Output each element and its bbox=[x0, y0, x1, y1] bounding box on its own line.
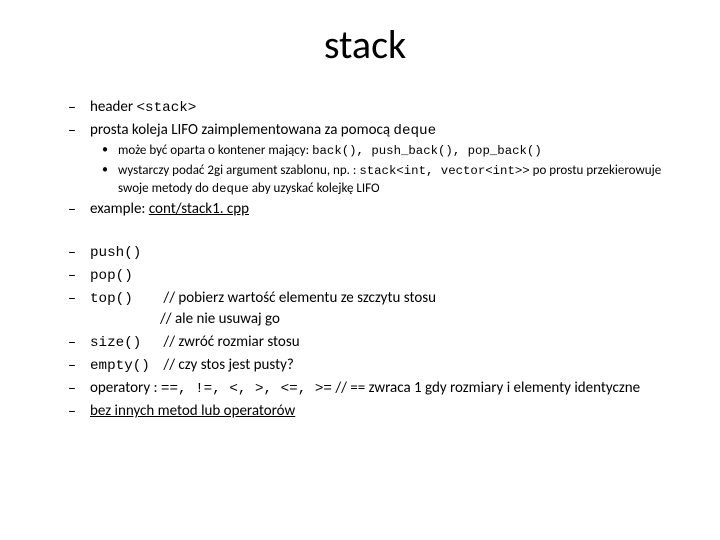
code-token: pop() bbox=[90, 268, 133, 284]
bullet-list-level1: header <stack> prosta koleja LIFO zaimpl… bbox=[60, 97, 670, 422]
bullet-empty: empty() // czy stos jest pusty? bbox=[90, 355, 670, 376]
method-label: size() bbox=[90, 334, 160, 353]
code-token: deque bbox=[393, 123, 436, 139]
method-label: empty() bbox=[90, 357, 160, 376]
bullet-push: push() bbox=[90, 242, 670, 263]
comment: // zwróć rozmiar stosu bbox=[163, 332, 299, 352]
sub-bullet-template-arg: wystarczy podać 2gi argument szablonu, n… bbox=[118, 162, 670, 197]
example-link[interactable]: cont/stack1. cpp bbox=[149, 200, 249, 218]
text: bez innych metod lub operatorów bbox=[90, 402, 295, 420]
text: operatory : bbox=[90, 379, 161, 397]
slide-content: header <stack> prosta koleja LIFO zaimpl… bbox=[60, 97, 670, 422]
code-token: push() bbox=[90, 245, 141, 261]
bullet-top: top() // pobierz wartość elementu ze szc… bbox=[90, 288, 670, 329]
text: prosta koleja LIFO zaimplementowana za p… bbox=[90, 121, 393, 139]
comment: // == zwraca 1 gdy rozmiary i elementy i… bbox=[332, 379, 640, 397]
bullet-pop: pop() bbox=[90, 265, 670, 286]
spacer bbox=[90, 222, 670, 240]
method-label: top() bbox=[90, 290, 160, 309]
text: aby uzyskać kolejkę LIFO bbox=[249, 181, 380, 196]
bullet-list-level2: może być oparta o kontener mający: back(… bbox=[90, 142, 670, 197]
slide-title: stack bbox=[60, 20, 670, 69]
bullet-size: size() // zwróć rozmiar stosu bbox=[90, 332, 670, 353]
bullet-lifo: prosta koleja LIFO zaimplementowana za p… bbox=[90, 120, 670, 197]
text: header bbox=[90, 98, 137, 116]
slide-container: stack header <stack> prosta koleja LIFO … bbox=[0, 0, 720, 540]
text: wystarczy podać 2gi argument szablonu, n… bbox=[118, 163, 359, 178]
comment: // ale nie usuwaj go bbox=[90, 309, 670, 329]
text: może być oparta o kontener mający: bbox=[118, 143, 312, 158]
code-token: ==, !=, <, >, <=, >= bbox=[161, 381, 332, 397]
bullet-header: header <stack> bbox=[90, 97, 670, 118]
bullet-operators: operatory : ==, !=, <, >, <=, >= // == z… bbox=[90, 378, 670, 399]
text: example: bbox=[90, 200, 149, 218]
code-token: <stack> bbox=[137, 100, 197, 116]
bullet-no-other: bez innych metod lub operatorów bbox=[90, 401, 670, 421]
comment: // pobierz wartość elementu ze szczytu s… bbox=[163, 288, 436, 308]
code-token: deque bbox=[212, 182, 249, 196]
sub-bullet-container-methods: może być oparta o kontener mający: back(… bbox=[118, 142, 670, 160]
code-token: stack<int, vector<int>> bbox=[359, 164, 529, 178]
bullet-example: example: cont/stack1. cpp bbox=[90, 199, 670, 219]
comment: // czy stos jest pusty? bbox=[163, 355, 293, 375]
code-token: back(), push_back(), pop_back() bbox=[312, 144, 542, 158]
